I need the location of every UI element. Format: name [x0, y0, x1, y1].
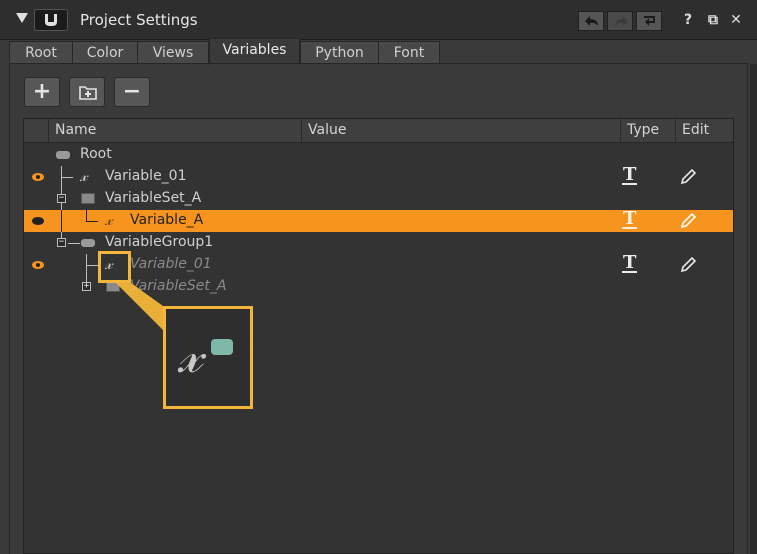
callout-highlight-box: [98, 251, 131, 283]
variable-icon-zoomed: 𝓍: [178, 325, 203, 385]
inherited-badge-icon: [211, 339, 233, 355]
callout-zoom-box: 𝓍: [163, 306, 253, 409]
